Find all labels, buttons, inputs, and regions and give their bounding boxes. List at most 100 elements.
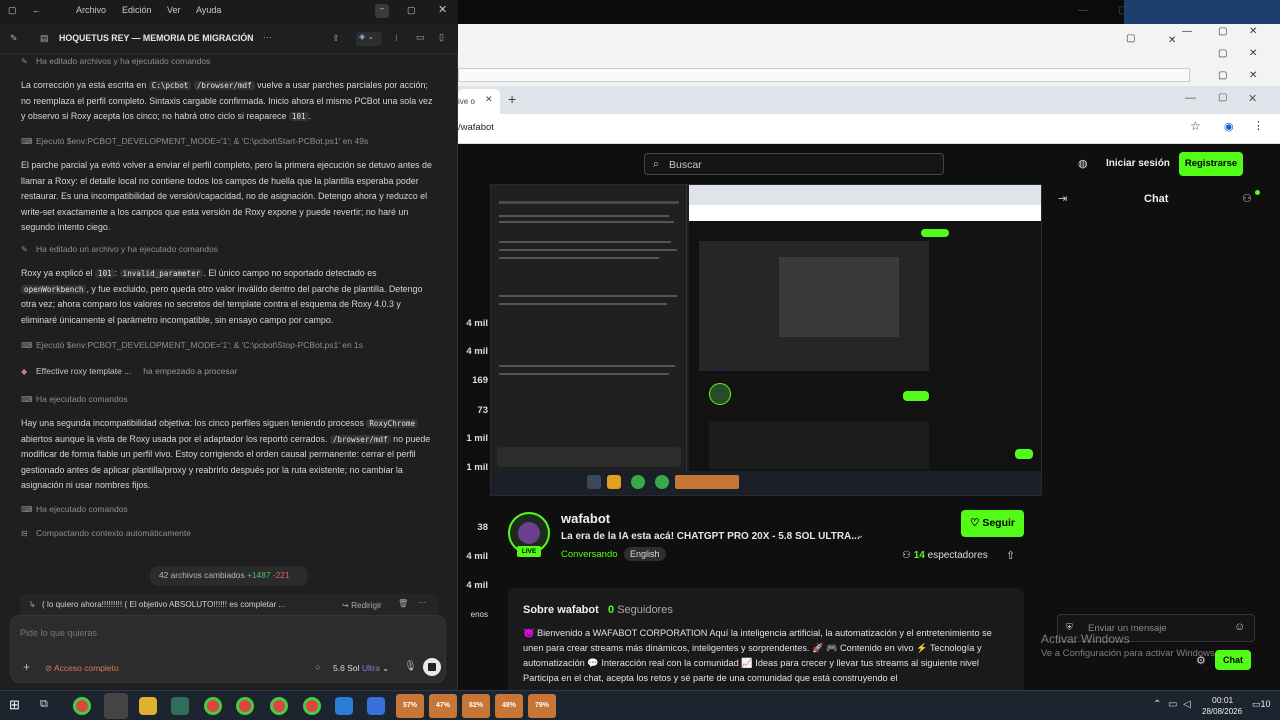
viewer-count[interactable]: 4 mil: [458, 551, 488, 562]
browser-minimize-icon[interactable]: —: [1185, 92, 1196, 104]
follow-button[interactable]: ♡ Seguir: [961, 510, 1024, 537]
event-start-pcbot[interactable]: ⌨ Ejecutó $env:PCBOT_DEVELOPMENT_MODE='1'…: [21, 136, 368, 146]
maximize-button[interactable]: ▢: [407, 5, 416, 16]
event-stop-pcbot[interactable]: ⌨ Ejecutó $env:PCBOT_DEVELOPMENT_MODE='1'…: [21, 340, 363, 350]
prompt-input[interactable]: Pide lo que quieras: [20, 628, 97, 638]
layout-icon[interactable]: ▭: [416, 32, 425, 43]
bg5-close-icon[interactable]: ✕: [1249, 70, 1257, 81]
viewer-count[interactable]: 73: [458, 405, 488, 416]
browser-close-icon[interactable]: ✕: [1248, 92, 1257, 105]
bookmark-star-icon[interactable]: ☆: [1190, 119, 1201, 133]
bg3-minimize-icon[interactable]: —: [1182, 26, 1192, 37]
access-mode-button[interactable]: ⊘ Acceso completo: [45, 663, 119, 674]
menu-edicion[interactable]: Edición: [122, 5, 152, 15]
clock-time[interactable]: 00:01: [1212, 695, 1233, 705]
bg2-minimize-icon[interactable]: ▢: [1126, 33, 1135, 44]
event-edited-files[interactable]: ✎ Ha editado archivos y ha ejecutado coma…: [21, 56, 210, 66]
browser-maximize-icon[interactable]: ▢: [1218, 92, 1227, 103]
model-selector[interactable]: 5.6 Sol Ultra ⌄: [333, 663, 389, 674]
queue-more-icon[interactable]: ···: [418, 598, 426, 607]
bg-minimize-icon[interactable]: —: [1078, 5, 1088, 16]
event-ran-commands-1[interactable]: ⌨ Ha ejecutado comandos: [21, 394, 128, 404]
chat-send-button[interactable]: Chat: [1215, 650, 1251, 670]
emoji-icon[interactable]: ☺: [1234, 621, 1245, 633]
register-button[interactable]: Registrarse: [1179, 152, 1243, 176]
new-chat-icon[interactable]: ✎: [10, 33, 18, 44]
collapse-chat-icon[interactable]: ⇥: [1058, 192, 1067, 205]
stop-button[interactable]: [423, 658, 441, 676]
taskbar-thumbnail[interactable]: 47%: [429, 694, 457, 718]
video-player[interactable]: [490, 184, 1042, 496]
delete-icon[interactable]: 🗑: [398, 599, 408, 609]
volume-icon[interactable]: ◁: [1183, 699, 1191, 710]
browser-menu-icon[interactable]: ⋮: [1253, 119, 1264, 132]
app-icon[interactable]: [171, 697, 189, 715]
taskbar-thumbnail[interactable]: 82%: [462, 694, 490, 718]
files-changed-pill[interactable]: 42 archivos cambiados +1487 -221: [150, 566, 308, 586]
url-text[interactable]: /wafabot: [458, 122, 494, 133]
start-icon[interactable]: ⊞: [9, 697, 20, 713]
file-explorer-icon[interactable]: [139, 697, 157, 715]
bg5-maximize-icon[interactable]: ▢: [1218, 70, 1227, 81]
composer[interactable]: Pide lo que quieras + ⊘ Acceso completo …: [10, 615, 446, 683]
minimize-button[interactable]: –: [375, 4, 389, 18]
address-bar[interactable]: /wafabot ☆ ◉ ⋮: [458, 114, 1280, 144]
microphone-icon[interactable]: 🎙: [404, 661, 417, 672]
powershell-icon[interactable]: [367, 697, 385, 715]
tab-close-icon[interactable]: ✕: [485, 94, 493, 105]
chrome-icon[interactable]: [73, 697, 91, 715]
viewer-count[interactable]: 38: [458, 522, 488, 533]
search-input[interactable]: ⌕ Buscar: [644, 153, 944, 175]
profile-icon[interactable]: ◉: [1224, 120, 1234, 133]
viewer-count[interactable]: enos: [458, 610, 488, 619]
taskbar-thumbnail[interactable]: 57%: [396, 694, 424, 718]
chat-users-icon[interactable]: ⚇: [1242, 192, 1252, 205]
bg3-close-icon[interactable]: ✕: [1249, 26, 1257, 37]
login-button[interactable]: Iniciar sesión: [1106, 158, 1170, 169]
viewer-count[interactable]: 1 mil: [458, 433, 488, 444]
attach-icon[interactable]: +: [23, 660, 30, 674]
close-button[interactable]: ✕: [438, 3, 447, 16]
event-edited-file[interactable]: ✎ Ha editado un archivo y ha ejecutado co…: [21, 244, 218, 254]
menu-archivo[interactable]: Archivo: [76, 5, 106, 15]
app-icon[interactable]: [335, 697, 353, 715]
globe-icon[interactable]: ◍: [1078, 157, 1088, 170]
bg3-maximize-icon[interactable]: ▢: [1218, 26, 1227, 37]
active-app-icon[interactable]: [104, 693, 128, 719]
panel-icon[interactable]: ▯: [439, 32, 444, 43]
chrome-icon[interactable]: [303, 697, 321, 715]
network-icon[interactable]: ▭: [1168, 699, 1177, 710]
category-link[interactable]: Conversando: [561, 549, 618, 560]
chrome-icon[interactable]: [204, 697, 222, 715]
viewer-count[interactable]: 4 mil: [458, 346, 488, 357]
sidebar-toggle-icon[interactable]: ▢: [8, 5, 17, 16]
expand-title-icon[interactable]: ⌄: [856, 530, 864, 541]
clock-date[interactable]: 28/08/2026: [1202, 707, 1242, 716]
task-view-icon[interactable]: ⧉: [40, 698, 48, 711]
viewer-count[interactable]: 4 mil: [458, 318, 488, 329]
bg4-close-icon[interactable]: ✕: [1249, 48, 1257, 59]
share-icon[interactable]: ⇧: [1006, 549, 1015, 562]
viewer-count[interactable]: 1 mil: [458, 462, 488, 473]
menu-ver[interactable]: Ver: [167, 5, 181, 15]
tray-chevron-icon[interactable]: ⌃: [1153, 699, 1161, 710]
app-switcher-button[interactable]: ◈ ⌄: [356, 32, 382, 46]
menu-ayuda[interactable]: Ayuda: [196, 5, 221, 15]
taskbar-thumbnail[interactable]: 79%: [528, 694, 556, 718]
channel-name[interactable]: wafabot: [561, 511, 610, 526]
viewer-count[interactable]: 169: [458, 375, 488, 386]
viewer-count[interactable]: 4 mil: [458, 580, 488, 591]
browser-tab[interactable]: ive o: [458, 89, 500, 114]
redirect-button[interactable]: ↪ Redirigir: [342, 600, 382, 610]
chrome-icon[interactable]: [236, 697, 254, 715]
language-tag[interactable]: English: [624, 547, 666, 561]
diff-icon[interactable]: ⁝: [395, 33, 398, 44]
new-tab-icon[interactable]: +: [508, 91, 516, 107]
processing-item[interactable]: ◆ Effective roxy template ... ha empezado …: [21, 366, 237, 376]
bg2-close-icon[interactable]: ✕: [1168, 35, 1176, 46]
queued-message[interactable]: ↳ ( lo quiero ahora!!!!!!!!! ( El objeti…: [20, 594, 438, 616]
back-arrow-icon[interactable]: ←: [32, 5, 41, 15]
chrome-icon[interactable]: [270, 697, 288, 715]
notifications-button[interactable]: ▭10: [1252, 699, 1271, 710]
more-options-icon[interactable]: ···: [263, 32, 272, 42]
